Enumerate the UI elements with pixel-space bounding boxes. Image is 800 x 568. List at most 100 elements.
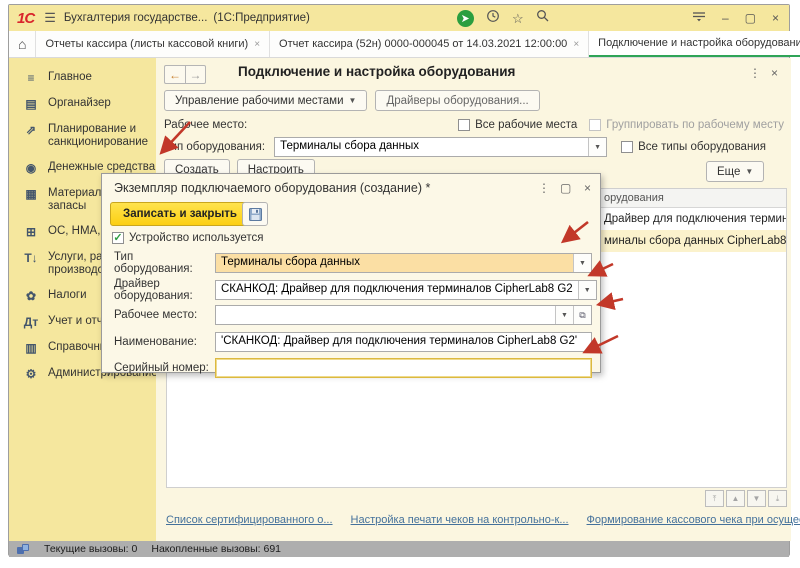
- manage-workplaces-button[interactable]: Управление рабочими местами▼: [164, 90, 367, 111]
- chevron-down-icon[interactable]: ▼: [578, 281, 596, 299]
- gear-icon: ⚙: [23, 367, 39, 381]
- checkbox-label: Все типы оборудования: [638, 141, 766, 153]
- dialog-maximize-icon[interactable]: ▢: [560, 181, 571, 195]
- save-and-close-button[interactable]: Записать и закрыть: [110, 202, 250, 226]
- all-workplaces-checkbox[interactable]: Все рабочие места: [458, 119, 577, 131]
- more-button[interactable]: Еще▼: [706, 161, 764, 182]
- history-nav: ← →: [164, 65, 206, 84]
- services-icon: Т↓: [23, 251, 39, 265]
- field-label: Драйвер оборудования:: [114, 278, 215, 302]
- workplace-select[interactable]: ▼⧉: [215, 305, 592, 325]
- tab-cashier-report-52n[interactable]: Отчет кассира (52н) 0000-000045 от 14.03…: [270, 31, 589, 57]
- tab-equipment-setup[interactable]: Подключение и настройка оборудования ×: [589, 31, 800, 57]
- maximize-icon[interactable]: ▢: [745, 12, 756, 24]
- cash-receipt-link[interactable]: Формирование кассового чека при осуществ…: [587, 514, 800, 526]
- field-value: [216, 306, 555, 324]
- tab-label: Отчет кассира (52н) 0000-000045 от 14.03…: [279, 38, 567, 50]
- tab-close-icon[interactable]: ×: [254, 39, 260, 50]
- device-used-checkbox[interactable]: ✓ Устройство используется: [112, 232, 264, 244]
- dialog-close-icon[interactable]: ×: [584, 181, 591, 195]
- discussions-icon[interactable]: [457, 10, 474, 27]
- collapse-panels-icon[interactable]: [692, 9, 706, 27]
- tab-close-icon[interactable]: ×: [573, 39, 579, 50]
- checkbox-label: Группировать по рабочему месту: [606, 119, 784, 131]
- field-value: Терминалы сбора данных: [275, 138, 588, 156]
- back-button[interactable]: ←: [164, 65, 185, 84]
- checkbox-checked-icon: ✓: [112, 232, 124, 244]
- equipment-type-select[interactable]: Терминалы сбора данных ▼: [274, 137, 607, 157]
- field-label: Наименование:: [114, 336, 215, 348]
- field-value: [216, 359, 591, 377]
- current-calls-text: Текущие вызовы: 0: [44, 543, 137, 555]
- serial-number-input[interactable]: [215, 358, 592, 378]
- tab-bar: ⌂ Отчеты кассира (листы кассовой книги) …: [9, 31, 789, 58]
- history-icon[interactable]: [486, 9, 500, 28]
- chevron-down-icon[interactable]: ▼: [588, 138, 606, 156]
- equipment-driver-select[interactable]: СКАНКОД: Драйвер для подключения термина…: [215, 280, 597, 300]
- form-more-icon[interactable]: ⋮: [749, 66, 761, 80]
- favorites-icon[interactable]: ☆: [512, 12, 524, 25]
- field-label: Рабочее место:: [114, 309, 215, 321]
- chevron-down-icon[interactable]: ▼: [573, 254, 591, 272]
- app-window: 1С ☰ Бухгалтерия государстве... (1С:Пред…: [8, 4, 790, 556]
- organizer-icon: ▤: [23, 97, 39, 111]
- screenshot-root: 1С ☰ Бухгалтерия государстве... (1С:Пред…: [0, 0, 800, 568]
- page-title: Подключение и настройка оборудования: [238, 64, 515, 79]
- equipment-drivers-button[interactable]: Драйверы оборудования...: [375, 90, 539, 111]
- checkbox-label: Устройство используется: [129, 232, 264, 244]
- all-equipment-types-checkbox[interactable]: Все типы оборудования: [621, 141, 766, 153]
- money-icon: ◉: [23, 161, 39, 175]
- field-label: Тип оборудования:: [114, 251, 215, 275]
- equipment-type-label: Тип оборудования:: [164, 141, 265, 153]
- button-label: Драйверы оборудования...: [386, 95, 528, 107]
- minimize-icon[interactable]: –: [722, 12, 729, 24]
- checkbox-icon: [621, 141, 633, 153]
- forward-button[interactable]: →: [185, 65, 206, 84]
- equipment-type-field-row: Тип оборудования: Терминалы сбора данных…: [114, 251, 592, 275]
- sidebar-item-organizer[interactable]: ▤Органайзер: [9, 91, 156, 117]
- checkbox-icon: [458, 119, 470, 131]
- form-close-icon[interactable]: ×: [771, 66, 778, 80]
- close-icon[interactable]: ×: [772, 12, 779, 24]
- field-value: 'СКАНКОД: Драйвер для подключения термин…: [216, 333, 591, 351]
- move-top-icon[interactable]: ⤒: [705, 490, 724, 507]
- equipment-instance-dialog: Экземпляр подключаемого оборудования (со…: [101, 173, 601, 373]
- tab-cashier-reports[interactable]: Отчеты кассира (листы кассовой книги) ×: [36, 31, 270, 57]
- sidebar-item-label: Главное: [48, 71, 92, 84]
- tab-label: Подключение и настройка оборудования: [598, 37, 800, 49]
- certified-equipment-link[interactable]: Список сертифицированного о...: [166, 514, 333, 526]
- main-menu-icon[interactable]: ☰: [44, 10, 56, 26]
- chevron-down-icon[interactable]: ▼: [555, 306, 573, 324]
- save-button[interactable]: [242, 202, 268, 226]
- name-input[interactable]: 'СКАНКОД: Драйвер для подключения термин…: [215, 332, 592, 352]
- workplace-field-row: Рабочее место: ▼⧉: [114, 305, 592, 325]
- sidebar-item-planning[interactable]: ⇗ Планирование и санкционирование: [9, 117, 156, 155]
- choose-from-list-icon[interactable]: ⧉: [573, 306, 591, 324]
- group-by-workplace-checkbox[interactable]: Группировать по рабочему месту: [589, 119, 784, 131]
- title-bar: 1С ☰ Бухгалтерия государстве... (1С:Пред…: [9, 5, 789, 31]
- tab-home[interactable]: ⌂: [9, 31, 36, 57]
- sidebar-item-label: Планирование и санкционирование: [48, 123, 148, 149]
- planning-icon: ⇗: [23, 123, 39, 137]
- fixed-assets-icon: ⊞: [23, 225, 39, 239]
- search-icon[interactable]: [536, 9, 549, 27]
- serial-number-field-row: Серийный номер:: [114, 358, 592, 378]
- move-up-icon[interactable]: ▲: [726, 490, 745, 507]
- field-label: Серийный номер:: [114, 362, 215, 374]
- sidebar-item-label: Налоги: [48, 289, 87, 302]
- accumulated-calls-text: Накопленные вызовы: 691: [151, 543, 281, 555]
- row-move-buttons: ⤒ ▲ ▼ ⤓: [705, 490, 787, 507]
- dialog-more-icon[interactable]: ⋮: [538, 181, 550, 195]
- app-title-suffix: (1С:Предприятие): [213, 12, 309, 24]
- chevron-down-icon: ▼: [745, 167, 753, 176]
- catalogs-icon: ▥: [23, 341, 39, 355]
- checkbox-label: Все рабочие места: [475, 119, 577, 131]
- workplace-label: Рабочее место:: [164, 119, 247, 131]
- 1c-logo: 1С: [17, 10, 34, 27]
- field-value: Терминалы сбора данных: [216, 254, 573, 272]
- move-down-icon[interactable]: ▼: [747, 490, 766, 507]
- equipment-type-select[interactable]: Терминалы сбора данных▼: [215, 253, 592, 273]
- sidebar-item-main[interactable]: ≡Главное: [9, 65, 156, 91]
- receipt-print-setup-link[interactable]: Настройка печати чеков на контрольно-к..…: [351, 514, 569, 526]
- move-bottom-icon[interactable]: ⤓: [768, 490, 787, 507]
